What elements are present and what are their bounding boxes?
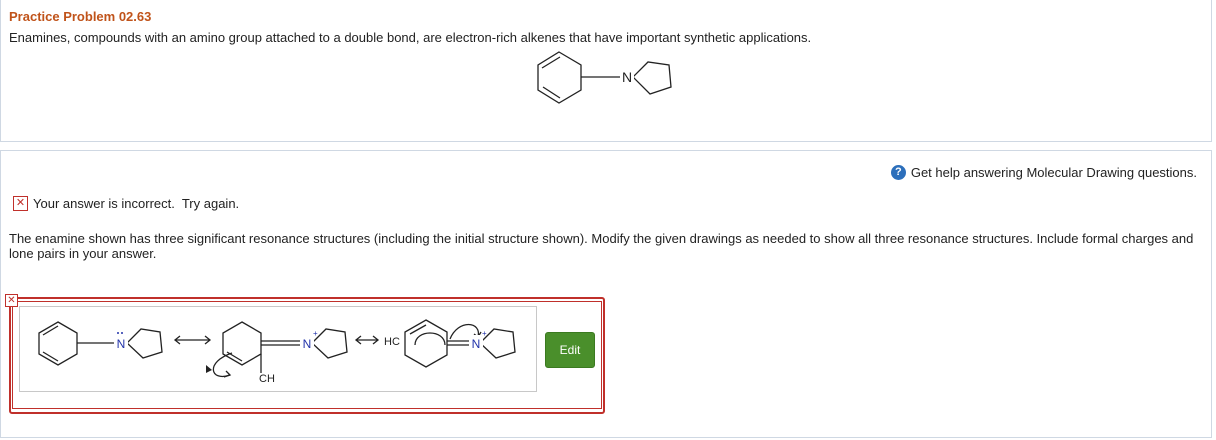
curved-arrow-1-head bbox=[206, 365, 212, 373]
structure-2-ring bbox=[222, 321, 262, 366]
instructions: The enamine shown has three significant … bbox=[9, 231, 1194, 261]
structure-3-ring bbox=[404, 319, 448, 368]
answer-incorrect-x-icon: ✕ bbox=[5, 294, 18, 307]
edit-button[interactable]: Edit bbox=[545, 332, 595, 368]
curved-arrow-2 bbox=[414, 332, 446, 346]
pyrrolidine-ring bbox=[632, 61, 672, 95]
nitrogen-label: N bbox=[622, 69, 632, 85]
help-link[interactable]: ? Get help answering Molecular Drawing q… bbox=[890, 165, 1197, 180]
incorrect-x-icon: ✕ bbox=[13, 196, 28, 211]
curved-arrow-1 bbox=[212, 352, 233, 378]
structure-3-hc-label: HC bbox=[384, 336, 400, 348]
svg-text:+: + bbox=[482, 329, 487, 338]
problem-description: Enamines, compounds with an amino group … bbox=[9, 30, 812, 45]
answer-panel: ? Get help answering Molecular Drawing q… bbox=[0, 150, 1212, 438]
problem-title: Practice Problem 02.63 bbox=[9, 9, 152, 24]
structure-1-pyrrolidine bbox=[126, 328, 163, 359]
structure-1-nitrogen: N bbox=[117, 337, 126, 351]
problem-panel: Practice Problem 02.63 Enamines, compoun… bbox=[0, 0, 1212, 142]
status-text: Your answer is incorrect. Try again. bbox=[33, 196, 240, 211]
enamine-structure: N bbox=[537, 51, 672, 104]
cyclohexene-ring bbox=[537, 51, 582, 104]
resonance-structures: N N + CH HC N + bbox=[38, 319, 516, 385]
structure-2-ch-label: CH bbox=[259, 373, 275, 385]
incorrect-status: ✕ Your answer is incorrect. Try again. bbox=[13, 196, 239, 211]
svg-text:+: + bbox=[313, 329, 318, 338]
structure-1-ring bbox=[38, 321, 78, 366]
help-label: Get help answering Molecular Drawing que… bbox=[910, 165, 1197, 180]
ring-double-bond bbox=[541, 56, 561, 69]
molecule-drawing-area[interactable]: N N + CH HC N + bbox=[19, 306, 537, 392]
structure-2-nitrogen: N bbox=[303, 337, 312, 351]
question-circle-icon: ? bbox=[890, 165, 906, 180]
structure-3-nitrogen: N bbox=[472, 337, 481, 351]
